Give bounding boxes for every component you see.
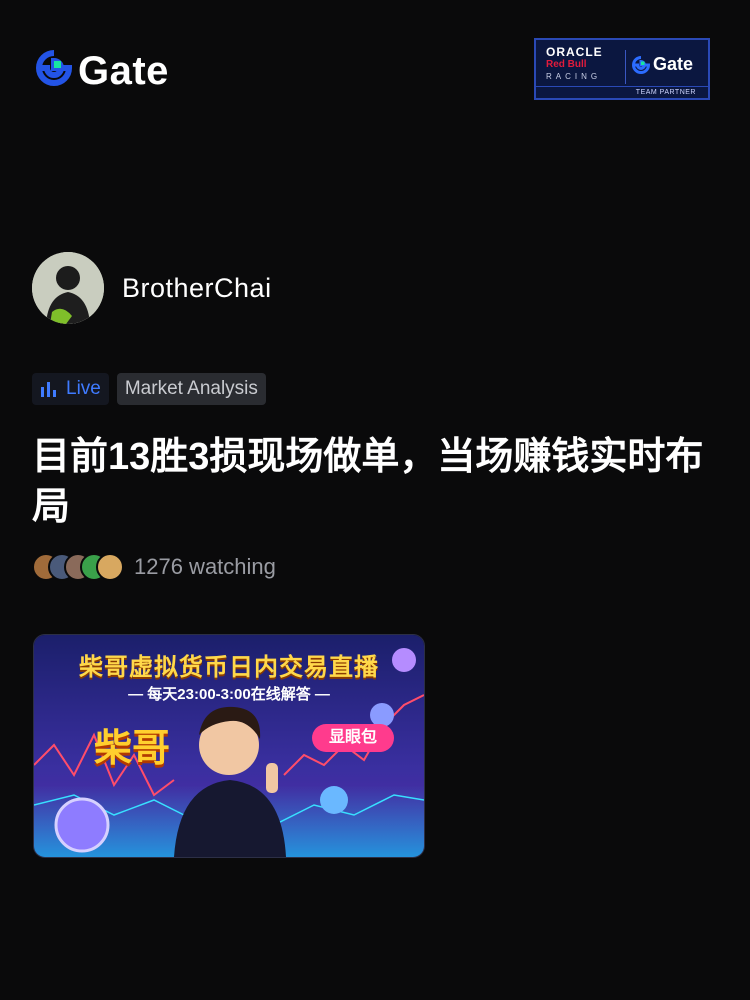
racing-text: RACING <box>546 72 602 81</box>
logo-text: Gate <box>78 48 169 93</box>
banner-title: 柴哥虚拟货币日内交易直播 <box>79 654 379 681</box>
gate-logo[interactable]: Gate <box>36 50 169 91</box>
live-tag: Live <box>32 373 109 405</box>
team-partner-text: TEAM PARTNER <box>536 86 708 98</box>
stream-banner[interactable]: 柴哥虚拟货币日内交易直播 — 每天23:00-3:00在线解答 — 柴哥 显眼包 <box>33 634 425 858</box>
team-partner-badge: ORACLE Red Bull RACING Gate TEAM PARTNER <box>534 38 710 100</box>
banner-badge: 显眼包 <box>312 724 394 752</box>
badge-gate-icon <box>632 55 650 74</box>
viewers-row: 1276 watching <box>32 553 276 581</box>
live-label: Live <box>66 378 101 399</box>
author-name[interactable]: BrotherChai <box>122 273 272 304</box>
author-avatar[interactable] <box>32 252 104 324</box>
badge-gate-text: Gate <box>653 54 694 74</box>
badge-gate: Gate <box>632 54 693 75</box>
live-bars-icon <box>41 382 56 397</box>
post-title: 目前13胜3损现场做单，当场赚钱实时布局 <box>32 436 704 528</box>
oracle-text: ORACLE <box>546 45 603 59</box>
viewer-avatar <box>96 553 124 581</box>
gate-logo-icon <box>36 50 73 91</box>
badge-divider <box>625 50 626 84</box>
banner-subtitle: — 每天23:00-3:00在线解答 — <box>128 686 330 703</box>
watching-count: 1276 watching <box>134 554 276 579</box>
tag-row: Live Market Analysis <box>32 373 266 405</box>
category-tag[interactable]: Market Analysis <box>116 373 266 405</box>
redbull-text: Red Bull <box>546 59 587 70</box>
author-row[interactable]: BrotherChai <box>32 252 272 324</box>
banner-name: 柴哥 <box>94 728 171 770</box>
viewer-avatars <box>32 553 124 581</box>
